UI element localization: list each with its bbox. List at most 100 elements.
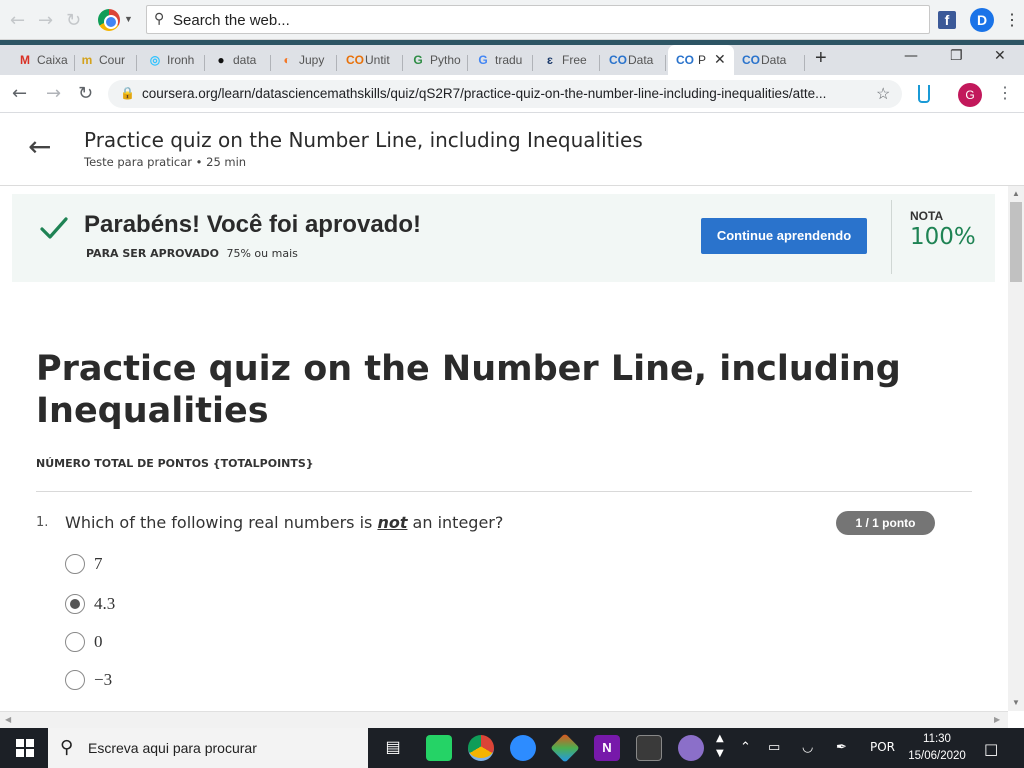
tab-label: Untit xyxy=(365,53,390,67)
menu-kebab-icon[interactable]: ⋮ xyxy=(1004,10,1020,30)
system-clock[interactable]: 11:30 15/06/2020 xyxy=(906,731,968,765)
tab-jupy[interactable]: ◐ Jupy xyxy=(280,53,330,73)
bookmark-star-icon[interactable]: ☆ xyxy=(876,84,890,104)
tab-separator xyxy=(402,55,403,71)
scroll-taskbar-icon[interactable]: ▲ ▼ xyxy=(716,731,724,761)
requirement-label: PARA SER APROVADO xyxy=(86,247,219,260)
back-icon[interactable]: ← xyxy=(10,10,25,31)
forward-icon[interactable]: → xyxy=(38,10,53,31)
tab-separator xyxy=(74,55,75,71)
question-emphasis: not xyxy=(377,513,408,532)
onenote-icon[interactable]: N xyxy=(594,735,620,761)
scroll-down-icon[interactable]: ▼ xyxy=(1012,698,1020,707)
quiz-title: Practice quiz on the Number Line, includ… xyxy=(36,349,901,431)
chrome-taskbar-icon[interactable] xyxy=(468,735,494,761)
radio-button[interactable] xyxy=(65,632,85,652)
reload-icon[interactable]: ↻ xyxy=(66,10,81,31)
google-icon: G xyxy=(478,53,488,67)
pass-banner: Parabéns! Você foi aprovado! PARA SER AP… xyxy=(12,194,995,282)
whatsapp-icon[interactable] xyxy=(426,735,452,761)
reload-icon[interactable]: ↻ xyxy=(78,83,93,104)
zoom-icon[interactable] xyxy=(510,735,536,761)
jupyter-icon: ◐ xyxy=(283,53,291,67)
tab-caixa[interactable]: M Caixa xyxy=(18,53,68,73)
tab-active[interactable]: CO P ✕ xyxy=(668,45,734,75)
pen-icon[interactable]: ✒ xyxy=(836,740,847,755)
grade-label: NOTA xyxy=(910,209,944,223)
continue-learning-button[interactable]: Continue aprendendo xyxy=(701,218,867,254)
answer-option[interactable]: −3 xyxy=(64,669,264,691)
scrollbar-thumb[interactable] xyxy=(1010,202,1022,282)
header-title: Practice quiz on the Number Line, includ… xyxy=(84,128,643,152)
answer-option[interactable]: 4.3 xyxy=(64,593,264,615)
radio-button[interactable] xyxy=(65,670,85,690)
minimize-icon[interactable]: — xyxy=(904,48,918,64)
close-tab-icon[interactable]: ✕ xyxy=(714,51,726,68)
scroll-right-icon[interactable]: ▶ xyxy=(994,715,1000,724)
web-search-input[interactable]: ⚲ Search the web... xyxy=(146,5,930,34)
restore-icon[interactable]: ❐ xyxy=(950,48,963,64)
facebook-icon[interactable]: f xyxy=(938,11,956,29)
close-window-icon[interactable]: ✕ xyxy=(994,48,1006,64)
divider xyxy=(36,491,972,492)
address-bar: ← → ↻ 🔒 coursera.org/learn/datasciencema… xyxy=(0,75,1024,113)
git-tool-icon[interactable] xyxy=(550,733,580,763)
tab-cour[interactable]: m Cour xyxy=(80,53,130,73)
radio-button[interactable] xyxy=(65,554,85,574)
main-content: Parabéns! Você foi aprovado! PARA SER AP… xyxy=(0,186,1008,711)
horizontal-scrollbar[interactable]: ◀ ▶ xyxy=(0,711,1008,728)
back-to-course-icon[interactable]: ← xyxy=(28,130,51,163)
search-icon: ⚲ xyxy=(60,737,74,758)
tab-label: Cour xyxy=(99,53,126,67)
chrome-menu-icon[interactable]: ⋮ xyxy=(997,83,1013,103)
radio-button-selected[interactable] xyxy=(65,594,85,614)
profile-avatar[interactable]: G xyxy=(958,83,982,107)
github-icon: ● xyxy=(217,53,225,67)
search-icon: ⚲ xyxy=(154,11,165,27)
tab-ironh[interactable]: ◎ Ironh xyxy=(148,53,198,73)
tab-data[interactable]: ● data xyxy=(214,53,264,73)
tab-data[interactable]: COData xyxy=(609,53,661,73)
windows-start-icon[interactable] xyxy=(16,739,34,757)
start-tile xyxy=(16,749,24,757)
task-view-icon[interactable]: ▤ xyxy=(380,735,406,761)
option-label: 7 xyxy=(94,554,103,573)
requirement-value: 75% ou mais xyxy=(226,247,298,260)
tab-pytho[interactable]: G Pytho xyxy=(411,53,461,73)
back-arrow-icon[interactable]: ← xyxy=(12,83,27,104)
question-text-end: an integer? xyxy=(407,513,504,532)
extension-d-icon[interactable]: D xyxy=(970,8,994,32)
wifi-icon[interactable]: ◡ xyxy=(802,740,813,755)
omnibox-url-field[interactable]: 🔒 coursera.org/learn/datasciencemathskil… xyxy=(108,80,902,108)
coursera-icon: m xyxy=(81,53,93,67)
answer-option[interactable]: 7 xyxy=(64,553,264,575)
tab-untit[interactable]: COUntit xyxy=(346,53,396,73)
grade-divider xyxy=(891,200,892,274)
new-tab-button[interactable]: + xyxy=(815,47,827,70)
extension-cup-icon[interactable] xyxy=(918,85,930,103)
notifications-icon[interactable]: □ xyxy=(984,740,998,758)
battery-icon[interactable]: ▭ xyxy=(768,740,780,755)
tab-label: Free xyxy=(562,53,587,67)
coursera-infinity-icon: CO xyxy=(609,53,627,67)
vertical-scrollbar[interactable]: ▲ ▼ xyxy=(1008,186,1024,711)
show-hidden-icons-icon[interactable]: ⌃ xyxy=(740,740,751,755)
tab-data-last[interactable]: COData xyxy=(742,53,804,73)
tab-tradu[interactable]: Gtradu xyxy=(476,53,526,73)
taskbar-search-input[interactable]: ⚲ Escreva aqui para procurar xyxy=(48,728,368,768)
app-cat-icon[interactable] xyxy=(678,735,704,761)
tab-free[interactable]: ɛ Free xyxy=(543,53,593,73)
language-indicator[interactable]: POR xyxy=(870,740,895,754)
chrome-logo-icon[interactable] xyxy=(98,9,120,31)
scroll-left-icon[interactable]: ◀ xyxy=(5,715,11,724)
forward-arrow-icon[interactable]: → xyxy=(46,83,61,104)
option-label: 0 xyxy=(94,632,103,651)
terminal-icon[interactable] xyxy=(636,735,662,761)
scroll-up-icon[interactable]: ▲ xyxy=(1012,189,1020,198)
chevron-down-icon[interactable]: ▼ xyxy=(124,14,133,24)
tab-label: data xyxy=(233,53,257,67)
tab-label: tradu xyxy=(495,53,523,67)
answer-option[interactable]: 0 xyxy=(64,631,264,653)
tab-separator xyxy=(136,55,137,71)
option-label: 4.3 xyxy=(94,594,116,613)
